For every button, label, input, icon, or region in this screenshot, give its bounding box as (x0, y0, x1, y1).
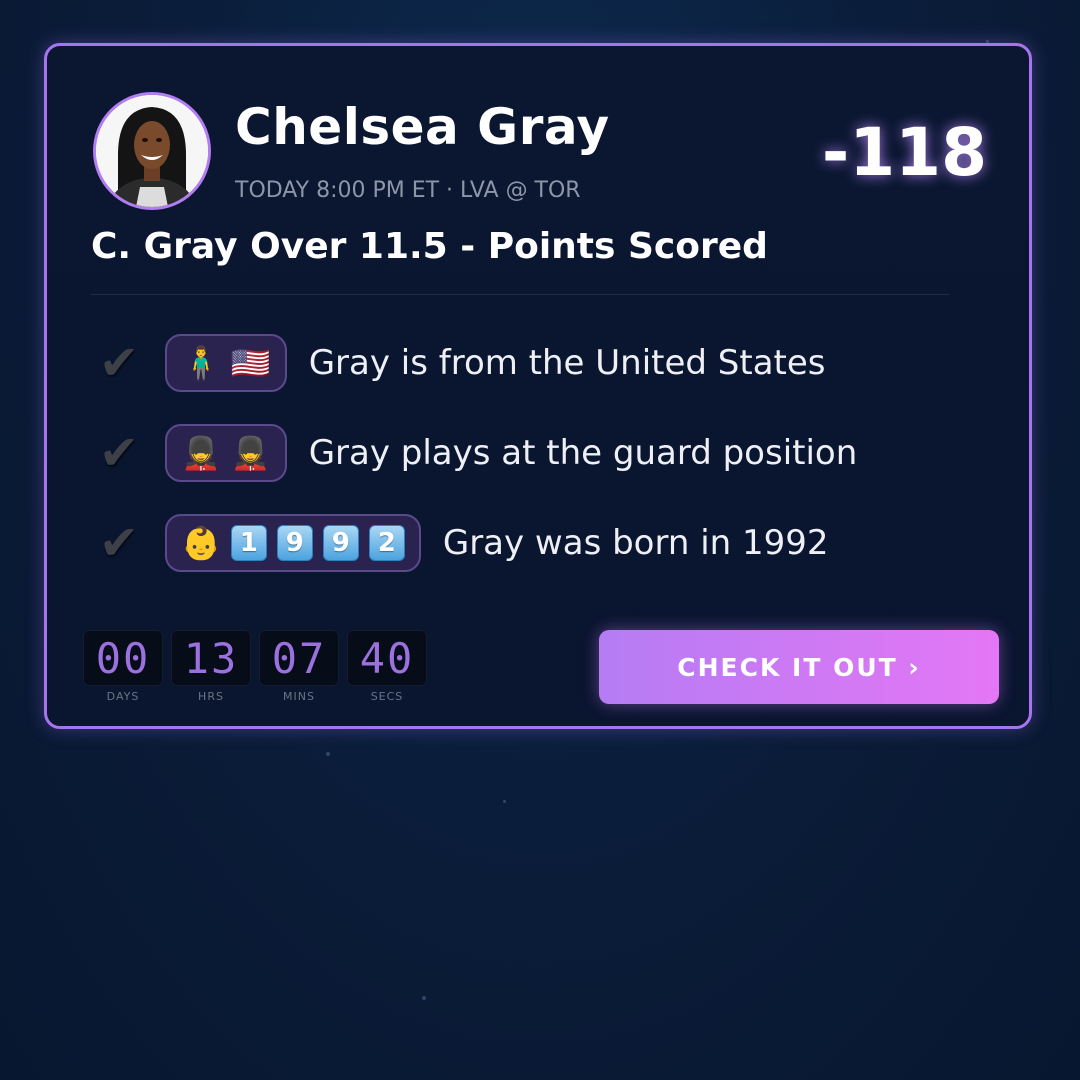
timer-minutes: 07 MINS (259, 630, 339, 703)
fact-row-nationality: ✔ 🧍‍♂️ 🇺🇸 Gray is from the United States (91, 333, 826, 393)
emoji-pill: 🧍‍♂️ 🇺🇸 (165, 334, 287, 392)
check-it-out-button[interactable]: CHECK IT OUT › (599, 630, 999, 704)
checkmark-icon: ✔ (98, 335, 140, 391)
game-info: TODAY 8:00 PM ET · LVA @ TOR (235, 178, 581, 203)
timer-seconds: 40 SECS (347, 630, 427, 703)
fact-text: Gray is from the United States (308, 343, 826, 383)
fact-row-position: ✔ 💂 💂 Gray plays at the guard position (91, 423, 857, 483)
player-photo-icon (96, 95, 208, 207)
countdown-timer: 00 DAYS 13 HRS 07 MINS 40 SECS (83, 630, 427, 703)
timer-hours-value: 13 (171, 630, 251, 686)
digit-9-keycap-icon: 9 (276, 525, 313, 561)
player-name: Chelsea Gray (235, 98, 610, 156)
timer-days: 00 DAYS (83, 630, 163, 703)
timer-minutes-label: MINS (283, 690, 315, 703)
bet-title: C. Gray Over 11.5 - Points Scored (91, 226, 768, 267)
timer-days-value: 00 (83, 630, 163, 686)
checkmark-icon: ✔ (98, 515, 140, 571)
digit-1-keycap-icon: 1 (230, 525, 267, 561)
timer-seconds-value: 40 (347, 630, 427, 686)
standing-man-emoji-icon: 🧍‍♂️ (181, 344, 221, 382)
timer-days-label: DAYS (106, 690, 140, 703)
emoji-pill: 💂 💂 (165, 424, 287, 482)
fact-text: Gray was born in 1992 (442, 523, 829, 563)
guard-emoji-icon: 💂 (230, 434, 271, 472)
baby-emoji-icon: 👶 (181, 524, 221, 562)
digit-9-keycap-icon: 9 (322, 525, 359, 561)
digit-2-keycap-icon: 2 (368, 525, 405, 561)
timer-minutes-value: 07 (259, 630, 339, 686)
checkmark-icon: ✔ (98, 425, 140, 481)
us-flag-emoji-icon: 🇺🇸 (230, 344, 271, 382)
background-star (326, 752, 330, 756)
fact-row-birth-year: ✔ 👶 1 9 9 2 Gray was born in 1992 (91, 513, 829, 573)
emoji-pill: 👶 1 9 9 2 (165, 514, 421, 572)
odds-value: -118 (821, 114, 987, 191)
background-star (503, 800, 506, 803)
timer-seconds-label: SECS (370, 690, 404, 703)
divider (91, 294, 949, 295)
timer-hours-label: HRS (198, 690, 224, 703)
guard-emoji-icon: 💂 (181, 434, 221, 472)
fact-text: Gray plays at the guard position (308, 433, 858, 473)
timer-hours: 13 HRS (171, 630, 251, 703)
prop-bet-card: Chelsea Gray TODAY 8:00 PM ET · LVA @ TO… (44, 43, 1032, 729)
player-avatar (93, 92, 211, 210)
background-star (422, 996, 426, 1000)
